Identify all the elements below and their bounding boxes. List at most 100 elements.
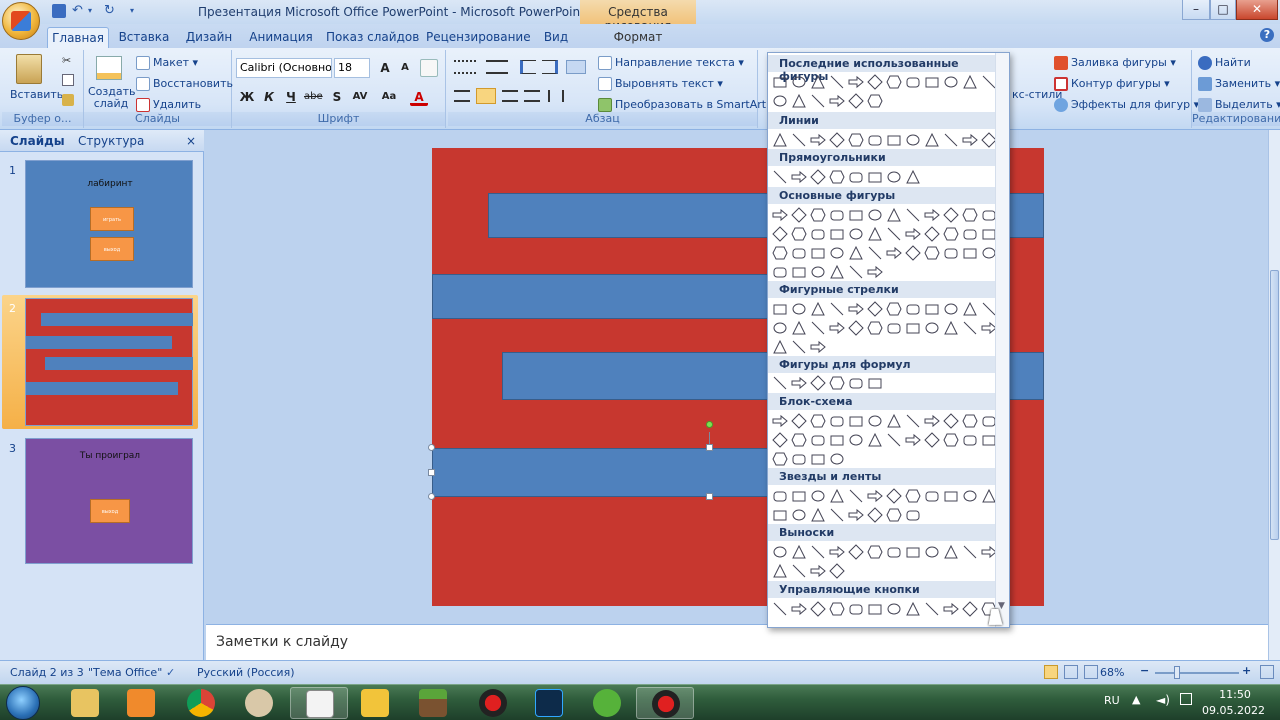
taskbar-media-player[interactable]: [112, 687, 170, 719]
view-sorter-icon[interactable]: [1064, 665, 1078, 679]
shape-arrow-icon[interactable]: [771, 206, 789, 224]
shape-diamond-icon[interactable]: [809, 600, 827, 618]
shape-oval-icon[interactable]: [923, 319, 941, 337]
gallery-scrollbar[interactable]: ▼: [995, 53, 1009, 627]
shape-tri-icon[interactable]: [961, 73, 979, 91]
network-icon[interactable]: [1180, 693, 1192, 705]
shape-round-icon[interactable]: [771, 263, 789, 281]
shape-hex-icon[interactable]: [828, 600, 846, 618]
close-button[interactable]: ✕: [1236, 0, 1278, 20]
shape-round-icon[interactable]: [923, 487, 941, 505]
shape-line-icon[interactable]: [904, 206, 922, 224]
shape-hex-icon[interactable]: [885, 73, 903, 91]
shape-arrow-icon[interactable]: [847, 506, 865, 524]
shape-hex-icon[interactable]: [790, 431, 808, 449]
shape-arrow-icon[interactable]: [809, 562, 827, 580]
italic-button[interactable]: К: [260, 88, 278, 106]
shape-hex-icon[interactable]: [866, 92, 884, 110]
zoom-in-button[interactable]: +: [1242, 664, 1251, 677]
shape-tri-icon[interactable]: [885, 412, 903, 430]
shape-round-icon[interactable]: [809, 225, 827, 243]
align-right-icon[interactable]: [502, 90, 518, 102]
text-direction-button[interactable]: Направление текста ▾: [598, 56, 744, 70]
font-color-button[interactable]: A: [410, 88, 428, 106]
shape-round-icon[interactable]: [809, 431, 827, 449]
tab-format[interactable]: Формат: [600, 27, 676, 48]
shape-oval-icon[interactable]: [828, 450, 846, 468]
shape-tri-icon[interactable]: [809, 506, 827, 524]
zoom-slider-thumb[interactable]: [1174, 666, 1180, 679]
shape-hex-icon[interactable]: [828, 168, 846, 186]
shape-tri-icon[interactable]: [790, 319, 808, 337]
shape-rect-icon[interactable]: [866, 168, 884, 186]
undo-icon[interactable]: ↶: [72, 4, 86, 18]
shape-diamond-icon[interactable]: [942, 206, 960, 224]
shape-hex-icon[interactable]: [961, 412, 979, 430]
shape-round-icon[interactable]: [942, 244, 960, 262]
tab-slides[interactable]: Слайды: [10, 134, 65, 148]
bold-button[interactable]: Ж: [238, 88, 256, 106]
shape-tri-icon[interactable]: [790, 92, 808, 110]
shape-rect-icon[interactable]: [866, 600, 884, 618]
shape-line-icon[interactable]: [961, 543, 979, 561]
smartart-button[interactable]: Преобразовать в SmartArt ▾: [598, 98, 775, 112]
slide-thumbnail-2[interactable]: [25, 298, 193, 426]
clock-date[interactable]: 09.05.2022: [1202, 704, 1265, 717]
shape-rect-icon[interactable]: [771, 300, 789, 318]
format-painter-icon[interactable]: [62, 94, 74, 106]
decrease-indent-icon[interactable]: [520, 60, 536, 74]
shape-line-icon[interactable]: [809, 319, 827, 337]
taskbar-explorer[interactable]: [56, 687, 114, 719]
shape-oval-icon[interactable]: [771, 92, 789, 110]
reset-button[interactable]: Восстановить: [136, 77, 233, 91]
shape-line-icon[interactable]: [904, 412, 922, 430]
clock-time[interactable]: 11:50: [1208, 688, 1262, 701]
shape-rect-icon[interactable]: [847, 206, 865, 224]
tray-expand-icon[interactable]: ▲: [1132, 693, 1140, 706]
shape-arrow-icon[interactable]: [961, 131, 979, 149]
shape-tri-icon[interactable]: [885, 206, 903, 224]
shape-hex-icon[interactable]: [809, 206, 827, 224]
shape-diamond-icon[interactable]: [942, 412, 960, 430]
shape-line-icon[interactable]: [828, 73, 846, 91]
shape-rect-icon[interactable]: [828, 431, 846, 449]
shape-rect-icon[interactable]: [809, 450, 827, 468]
shape-round-icon[interactable]: [847, 374, 865, 392]
shadow-button[interactable]: S: [328, 88, 346, 106]
shape-round-icon[interactable]: [847, 600, 865, 618]
shape-diamond-icon[interactable]: [923, 431, 941, 449]
shape-hex-icon[interactable]: [885, 506, 903, 524]
shape-round-icon[interactable]: [904, 300, 922, 318]
shape-hex-icon[interactable]: [809, 412, 827, 430]
shape-arrow-icon[interactable]: [828, 92, 846, 110]
shape-arrow-icon[interactable]: [866, 487, 884, 505]
tab-design[interactable]: Дизайн: [182, 27, 236, 48]
shape-arrow-icon[interactable]: [828, 319, 846, 337]
shape-arrow-icon[interactable]: [904, 225, 922, 243]
fit-window-icon[interactable]: [1260, 665, 1274, 679]
shape-line-icon[interactable]: [790, 131, 808, 149]
zoom-slider[interactable]: [1155, 672, 1239, 674]
shape-tri-icon[interactable]: [809, 73, 827, 91]
shape-tri-icon[interactable]: [866, 431, 884, 449]
shape-arrow-icon[interactable]: [828, 543, 846, 561]
shape-rect-icon[interactable]: [828, 225, 846, 243]
bullets-icon[interactable]: [454, 60, 476, 74]
shape-rect-icon[interactable]: [961, 244, 979, 262]
shape-rect-icon[interactable]: [923, 73, 941, 91]
tab-home[interactable]: Главная: [47, 27, 109, 48]
shape-hex-icon[interactable]: [885, 300, 903, 318]
shape-diamond-icon[interactable]: [809, 374, 827, 392]
input-language[interactable]: RU: [1104, 694, 1120, 707]
shape-tri-icon[interactable]: [771, 562, 789, 580]
shape-diamond-icon[interactable]: [847, 543, 865, 561]
strikethrough-button[interactable]: abe: [304, 88, 323, 106]
shape-hex-icon[interactable]: [828, 374, 846, 392]
shape-round-icon[interactable]: [885, 319, 903, 337]
shape-round-icon[interactable]: [961, 431, 979, 449]
shape-oval-icon[interactable]: [771, 319, 789, 337]
shape-oval-icon[interactable]: [847, 225, 865, 243]
cut-icon[interactable]: ✂: [62, 54, 71, 67]
shape-line-icon[interactable]: [771, 600, 789, 618]
shape-tri-icon[interactable]: [923, 131, 941, 149]
